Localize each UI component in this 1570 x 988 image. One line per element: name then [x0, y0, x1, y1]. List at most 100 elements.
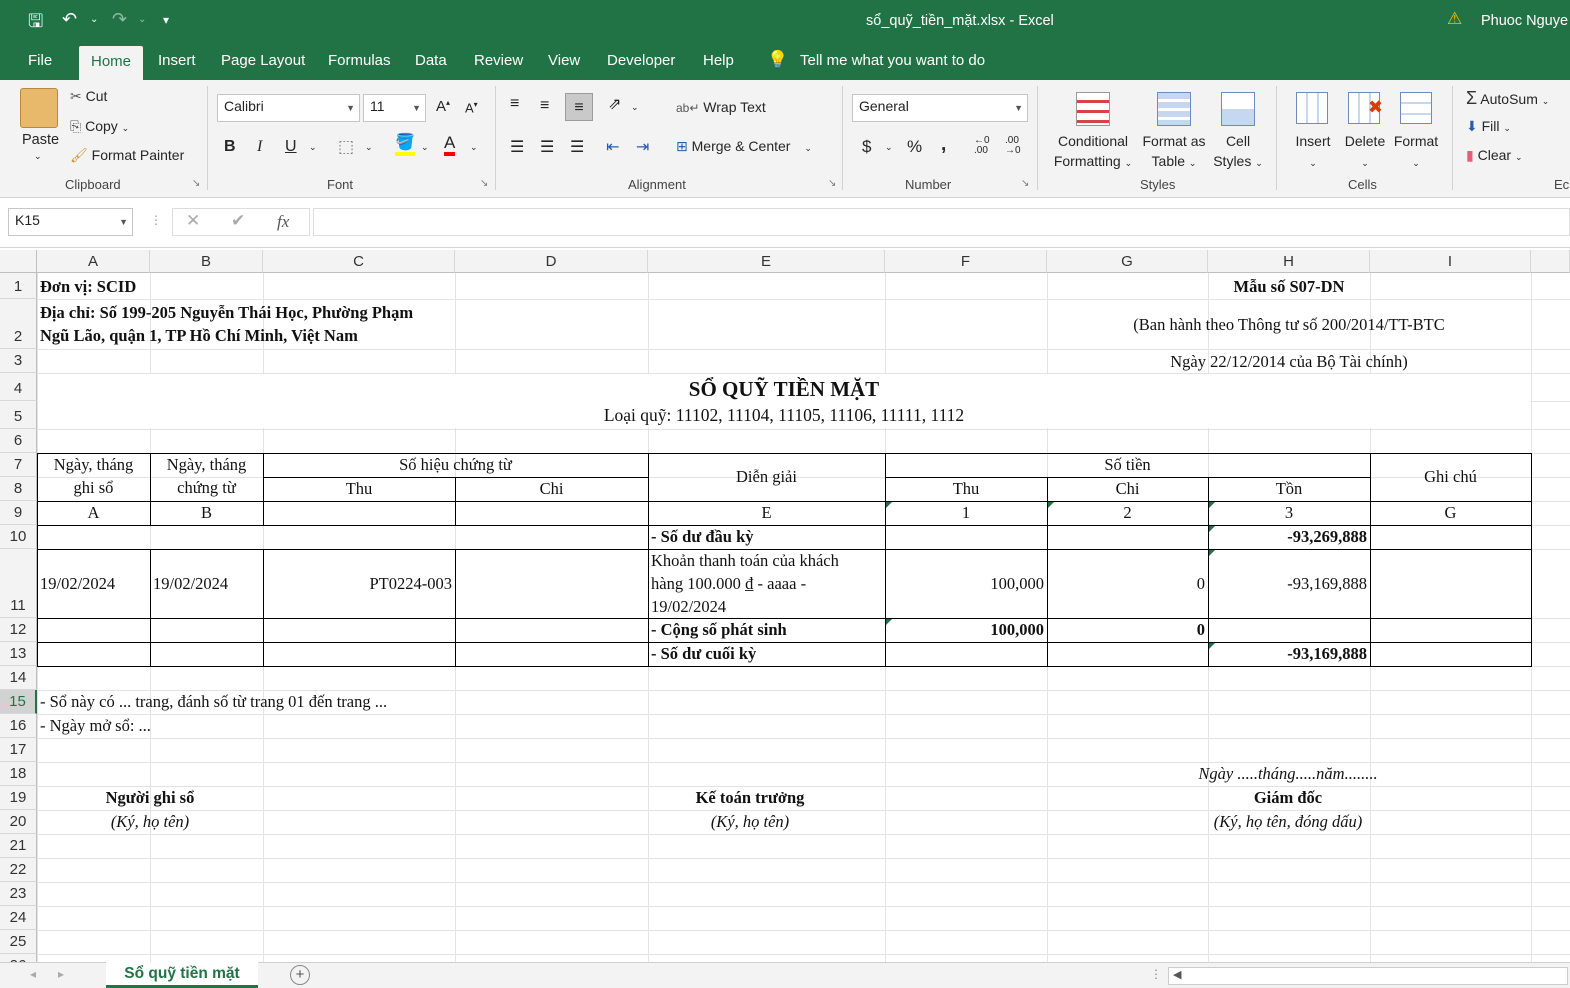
conditional-formatting-button[interactable]: Conditional Formatting ⌄	[1050, 131, 1136, 173]
hdr-date-recorded-1[interactable]: Ngày, tháng	[37, 453, 150, 476]
column-header-b[interactable]: B	[150, 250, 263, 273]
hdr-date-doc-1[interactable]: Ngày, tháng	[150, 453, 263, 476]
column-header-h[interactable]: H	[1208, 250, 1370, 273]
row-header-4[interactable]: 4	[0, 373, 37, 401]
cell-date-line[interactable]: Ngày .....tháng.....năm........	[1130, 762, 1446, 785]
format-as-table-button[interactable]: Format as Table ⌄	[1138, 131, 1210, 173]
decrease-decimal-button[interactable]: .00 →0	[1005, 136, 1021, 156]
merge-center-button[interactable]: ⊞ Merge & Center ⌄	[676, 138, 812, 155]
hdr-amount-in[interactable]: Thu	[885, 477, 1047, 500]
sig-recorder[interactable]: Người ghi sổ	[37, 786, 263, 809]
hdr-date-recorded-2[interactable]: ghi sổ	[37, 476, 150, 499]
customize-qat-icon[interactable]: ▾	[163, 13, 169, 27]
row-header-21[interactable]: 21	[0, 834, 37, 858]
tab-data[interactable]: Data	[415, 52, 447, 69]
cell-closing-balance[interactable]: -93,169,888	[1208, 642, 1367, 665]
align-middle-icon[interactable]: ≡	[540, 97, 549, 115]
cell-sum-in[interactable]: 100,000	[885, 618, 1044, 641]
tab-page-layout[interactable]: Page Layout	[221, 52, 305, 69]
tell-me-search[interactable]: Tell me what you want to do	[800, 52, 985, 69]
hdr-note[interactable]: Ghi chú	[1370, 465, 1531, 488]
increase-decimal-button[interactable]: ←0.00	[974, 136, 990, 156]
row-header-24[interactable]: 24	[0, 906, 37, 930]
format-cells-icon[interactable]	[1400, 92, 1432, 124]
cell-form-number[interactable]: Mẫu số S07-DN	[1047, 275, 1531, 298]
tab-insert[interactable]: Insert	[158, 52, 196, 69]
code-g[interactable]: G	[1370, 501, 1531, 524]
tab-formulas[interactable]: Formulas	[328, 52, 391, 69]
borders-icon[interactable]: ⬚	[338, 137, 354, 157]
sig-chief-accountant[interactable]: Kế toán trưởng	[648, 786, 852, 809]
orientation-icon[interactable]: ⇗	[608, 94, 621, 114]
cell-record-date[interactable]: 19/02/2024	[40, 572, 115, 595]
sig-chief-accountant-sub[interactable]: (Ký, họ tên)	[648, 810, 852, 833]
cell-desc-line1[interactable]: Khoản thanh toán của khách	[651, 549, 839, 572]
cell-styles-icon[interactable]	[1221, 92, 1255, 126]
hdr-doc-out[interactable]: Chi	[455, 477, 648, 500]
font-color-button[interactable]: A	[444, 133, 456, 156]
row-header-23[interactable]: 23	[0, 882, 37, 906]
sheet-tab-active[interactable]: Sổ quỹ tiền mặt	[106, 962, 258, 988]
code-b[interactable]: B	[150, 501, 263, 524]
row-header-2[interactable]: 2	[0, 299, 37, 349]
tab-help[interactable]: Help	[703, 52, 734, 69]
row-header-3[interactable]: 3	[0, 349, 37, 373]
column-header-f[interactable]: F	[885, 250, 1047, 273]
prev-sheet-icon[interactable]: ◂	[30, 967, 36, 981]
fill-button[interactable]: ⬇ Fill ⌄	[1466, 118, 1511, 135]
row-header-6[interactable]: 6	[0, 429, 37, 453]
row-header-26[interactable]: 26	[0, 954, 37, 962]
decrease-indent-icon[interactable]: ⇤	[606, 137, 619, 157]
cell-doc-date[interactable]: 19/02/2024	[153, 572, 228, 595]
insert-cells-button[interactable]: Insert ⌄	[1290, 131, 1336, 173]
alignment-launcher-icon[interactable]: ↘	[828, 178, 836, 189]
cut-button[interactable]: ✂ Cut	[70, 88, 107, 105]
row-header-18[interactable]: 18	[0, 762, 37, 786]
cell-fund-type[interactable]: Loại quỹ: 11102, 11104, 11105, 11106, 11…	[37, 404, 1531, 427]
row-header-17[interactable]: 17	[0, 738, 37, 762]
cell-balance[interactable]: -93,169,888	[1208, 572, 1367, 595]
percent-button[interactable]: %	[907, 137, 922, 157]
row-header-8[interactable]: 8	[0, 477, 37, 501]
clipboard-launcher-icon[interactable]: ↘	[192, 178, 200, 189]
tab-developer[interactable]: Developer	[607, 52, 675, 69]
cell-note-open-date[interactable]: - Ngày mở sổ: ...	[40, 714, 151, 737]
format-painter-button[interactable]: 🖌 Format Painter	[70, 147, 184, 164]
cell-sum-label[interactable]: - Cộng số phát sinh	[651, 618, 787, 641]
orientation-dropdown-icon[interactable]: ⌄	[631, 102, 639, 113]
row-header-13[interactable]: 13	[0, 642, 37, 666]
row-header-5[interactable]: 5	[0, 401, 37, 429]
row-header-22[interactable]: 22	[0, 858, 37, 882]
cell-title[interactable]: SỔ QUỸ TIỀN MẶT	[37, 376, 1531, 403]
hdr-doc-number[interactable]: Số hiệu chứng từ	[263, 453, 648, 476]
comma-style-button[interactable]: ,	[941, 134, 946, 156]
row-header-19[interactable]: 19	[0, 786, 37, 810]
hdr-balance[interactable]: Tồn	[1208, 477, 1370, 500]
cell-circular[interactable]: (Ban hành theo Thông tư số 200/2014/TT-B…	[1047, 313, 1531, 336]
sig-director-sub[interactable]: (Ký, họ tên, đóng dấu)	[1130, 810, 1446, 833]
name-box[interactable]: K15 ▼	[8, 208, 133, 236]
paste-button[interactable]: Paste	[22, 132, 59, 148]
font-size-select[interactable]: 11 ▼	[363, 94, 426, 122]
scroll-left-icon[interactable]: ◀	[1173, 968, 1181, 981]
code-a[interactable]: A	[37, 501, 150, 524]
horizontal-scrollbar[interactable]: ◀	[1168, 967, 1568, 985]
code-e[interactable]: E	[648, 501, 885, 524]
row-header-16[interactable]: 16	[0, 714, 37, 738]
column-header-g[interactable]: G	[1047, 250, 1208, 273]
underline-dropdown-icon[interactable]: ⌄	[309, 142, 317, 153]
tab-review[interactable]: Review	[474, 52, 523, 69]
shrink-font-button[interactable]: A▾	[465, 100, 478, 115]
grow-font-button[interactable]: A▴	[436, 98, 450, 115]
redo-icon[interactable]: ↷	[112, 9, 127, 30]
align-center-icon[interactable]: ☰	[540, 137, 554, 157]
row-header-7[interactable]: 7	[0, 453, 37, 477]
row-header-9[interactable]: 9	[0, 501, 37, 525]
insert-cells-icon[interactable]	[1296, 92, 1328, 124]
hdr-description[interactable]: Diễn giải	[648, 465, 885, 488]
clear-button[interactable]: ▮ Clear ⌄	[1466, 147, 1523, 164]
tab-home[interactable]: Home	[79, 46, 144, 80]
bold-button[interactable]: B	[224, 138, 236, 156]
delete-cells-button[interactable]: Delete ⌄	[1340, 131, 1390, 173]
fill-color-icon[interactable]: 🪣	[395, 134, 415, 156]
